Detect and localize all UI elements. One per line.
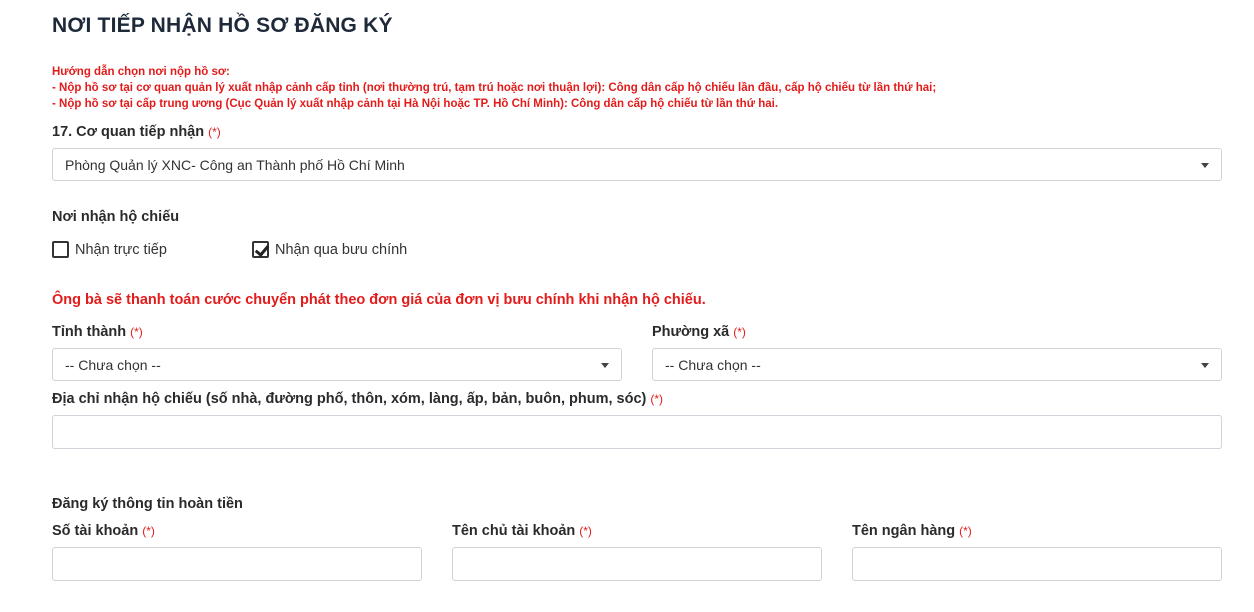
ward-label: Phường xã [652, 324, 730, 340]
province-label-row: Tỉnh thành (*) [52, 324, 143, 340]
chevron-down-icon [1201, 363, 1209, 368]
account-holder-label-row: Tên chủ tài khoản (*) [452, 523, 592, 539]
required-mark: (*) [142, 524, 155, 538]
passport-receipt-label: Nơi nhận hộ chiếu [52, 209, 180, 225]
ward-selected-value: -- Chưa chọn -- [665, 356, 761, 373]
province-label: Tỉnh thành [52, 324, 127, 340]
agency-selected-value: Phòng Quản lý XNC- Công an Thành phố Hồ … [65, 156, 405, 173]
receive-by-post-checkbox[interactable] [252, 241, 269, 258]
submission-guide: Hướng dẫn chọn nơi nộp hồ sơ: - Nộp hồ s… [52, 64, 936, 112]
guide-line-provincial: - Nộp hồ sơ tại cơ quan quản lý xuất nhậ… [52, 82, 937, 94]
guide-heading: Hướng dẫn chọn nơi nộp hồ sơ: [52, 66, 230, 78]
bank-name-label-row: Tên ngân hàng (*) [852, 523, 972, 539]
section-title: NƠI TIẾP NHẬN HỒ SƠ ĐĂNG KÝ [52, 14, 393, 37]
required-mark: (*) [130, 325, 143, 339]
refund-heading: Đăng ký thông tin hoàn tiền [52, 496, 243, 512]
province-select[interactable]: -- Chưa chọn -- [52, 348, 622, 381]
province-selected-value: -- Chưa chọn -- [65, 356, 161, 373]
postal-notice: Ông bà sẽ thanh toán cước chuyển phát th… [52, 292, 706, 308]
address-input[interactable] [52, 415, 1222, 449]
agency-label-row: 17. Cơ quan tiếp nhận (*) [52, 124, 221, 140]
account-number-input[interactable] [52, 547, 422, 581]
ward-label-row: Phường xã (*) [652, 324, 746, 340]
receive-in-person-label: Nhận trực tiếp [75, 241, 167, 258]
required-mark: (*) [650, 392, 664, 406]
agency-select[interactable]: Phòng Quản lý XNC- Công an Thành phố Hồ … [52, 148, 1222, 181]
required-mark: (*) [208, 125, 221, 139]
required-mark: (*) [733, 325, 746, 339]
account-holder-label: Tên chủ tài khoản [452, 523, 576, 539]
receive-in-person-checkbox[interactable] [52, 241, 69, 258]
account-holder-input[interactable] [452, 547, 822, 581]
account-number-label: Số tài khoản [52, 523, 139, 539]
account-number-label-row: Số tài khoản (*) [52, 523, 155, 539]
receive-in-person-option[interactable]: Nhận trực tiếp [52, 241, 167, 258]
bank-name-label: Tên ngân hàng [852, 523, 956, 539]
receive-by-post-option[interactable]: Nhận qua bưu chính [252, 241, 407, 258]
guide-line-central: - Nộp hồ sơ tại cấp trung ương (Cục Quản… [52, 98, 779, 110]
chevron-down-icon [1201, 163, 1209, 168]
agency-label: 17. Cơ quan tiếp nhận [52, 124, 205, 140]
address-label-row: Địa chỉ nhận hộ chiếu (số nhà, đường phố… [52, 391, 663, 407]
ward-select[interactable]: -- Chưa chọn -- [652, 348, 1222, 381]
required-mark: (*) [579, 524, 592, 538]
receive-by-post-label: Nhận qua bưu chính [275, 241, 408, 258]
required-mark: (*) [959, 524, 972, 538]
bank-name-input[interactable] [852, 547, 1222, 581]
chevron-down-icon [601, 363, 609, 368]
address-label: Địa chỉ nhận hộ chiếu (số nhà, đường phố… [52, 391, 647, 407]
